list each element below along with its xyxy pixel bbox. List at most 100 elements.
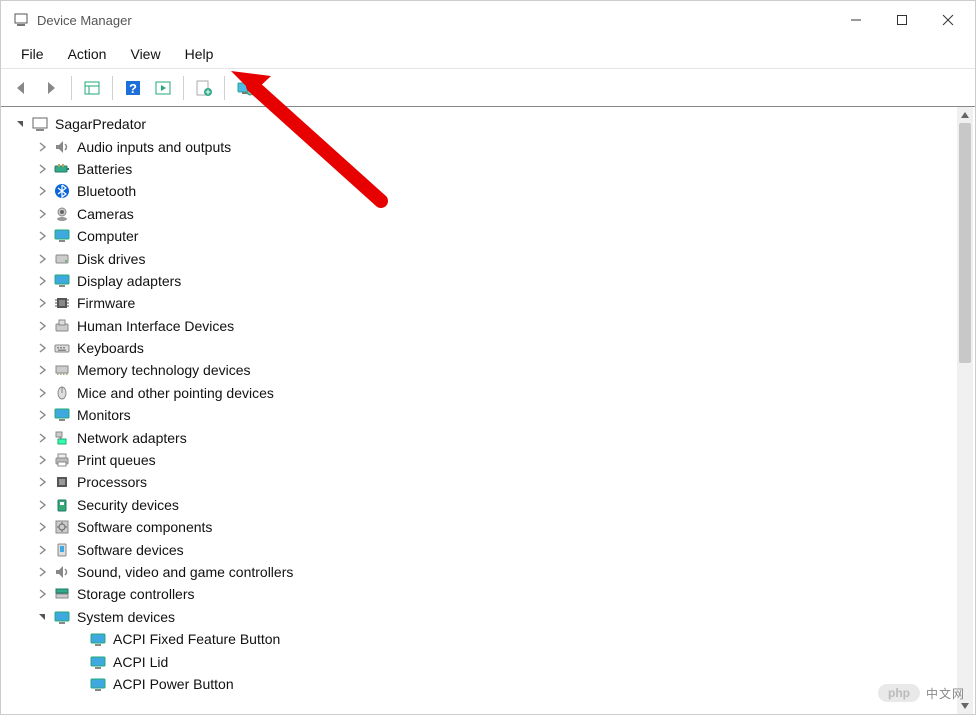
network-icon	[53, 429, 71, 447]
expander-icon[interactable]	[35, 229, 49, 243]
expander-icon[interactable]	[35, 565, 49, 579]
printer-icon	[53, 451, 71, 469]
tree-item-label: Audio inputs and outputs	[77, 139, 231, 155]
expander-icon[interactable]	[35, 498, 49, 512]
scroll-track[interactable]	[957, 123, 973, 698]
expander-icon[interactable]	[35, 274, 49, 288]
expander-icon[interactable]	[35, 319, 49, 333]
tree-item[interactable]: Audio inputs and outputs	[13, 135, 957, 157]
watermark-brand: php	[878, 684, 920, 702]
tree-item[interactable]: Firmware	[13, 292, 957, 314]
tree-item-label: Firmware	[77, 295, 135, 311]
tree-item[interactable]: Print queues	[13, 449, 957, 471]
tree-item[interactable]: Software components	[13, 516, 957, 538]
device-tree[interactable]: SagarPredator Audio inputs and outputs Bat…	[1, 107, 957, 714]
content-area: SagarPredator Audio inputs and outputs Bat…	[1, 107, 975, 714]
expander-icon[interactable]	[35, 162, 49, 176]
expander-icon[interactable]	[35, 207, 49, 221]
expander-icon[interactable]	[35, 341, 49, 355]
expander-icon[interactable]	[35, 184, 49, 198]
svg-text:+: +	[205, 87, 210, 97]
scroll-thumb[interactable]	[959, 123, 971, 363]
tree-item[interactable]: Batteries	[13, 158, 957, 180]
update-driver-button[interactable]: +	[190, 74, 218, 102]
tree-item-label: SagarPredator	[55, 116, 146, 132]
menu-action[interactable]: Action	[56, 42, 119, 66]
tree-item-label: Display adapters	[77, 273, 181, 289]
tree-item[interactable]: ACPI Power Button	[13, 673, 957, 695]
menu-file[interactable]: File	[9, 42, 56, 66]
software-device-icon	[53, 541, 71, 559]
forward-button[interactable]	[37, 74, 65, 102]
tree-item-label: Software components	[77, 519, 212, 535]
mouse-icon	[53, 384, 71, 402]
show-hide-tree-button[interactable]	[78, 74, 106, 102]
expander-icon[interactable]	[35, 610, 49, 624]
titlebar: Device Manager	[1, 1, 975, 39]
expander-icon[interactable]	[35, 453, 49, 467]
tree-item[interactable]: Display adapters	[13, 270, 957, 292]
expander-icon[interactable]	[35, 363, 49, 377]
tree-item[interactable]: Security devices	[13, 494, 957, 516]
expander-icon[interactable]	[35, 475, 49, 489]
tree-item-label: Security devices	[77, 497, 179, 513]
close-button[interactable]	[925, 4, 971, 36]
tree-item[interactable]: Human Interface Devices	[13, 315, 957, 337]
tree-item[interactable]: Sound, video and game controllers	[13, 561, 957, 583]
camera-icon	[53, 205, 71, 223]
help-button[interactable]: ?	[119, 74, 147, 102]
expander-icon[interactable]	[13, 117, 27, 131]
add-hardware-button[interactable]: +	[231, 74, 259, 102]
tree-item[interactable]: Disk drives	[13, 247, 957, 269]
tree-item-label: System devices	[77, 609, 175, 625]
minimize-button[interactable]	[833, 4, 879, 36]
tree-item[interactable]: Cameras	[13, 203, 957, 225]
tree-item[interactable]: Keyboards	[13, 337, 957, 359]
tree-item[interactable]: Storage controllers	[13, 583, 957, 605]
expander-icon[interactable]	[35, 296, 49, 310]
tree-item-label: ACPI Power Button	[113, 676, 234, 692]
tree-item-label: Human Interface Devices	[77, 318, 234, 334]
expander-icon[interactable]	[35, 543, 49, 557]
tree-item[interactable]: Memory technology devices	[13, 359, 957, 381]
scroll-up-arrow[interactable]	[957, 107, 973, 123]
back-button[interactable]	[7, 74, 35, 102]
expander-icon[interactable]	[35, 431, 49, 445]
expander-icon[interactable]	[35, 520, 49, 534]
tree-item[interactable]: Computer	[13, 225, 957, 247]
expander-icon[interactable]	[35, 408, 49, 422]
toolbar-separator	[224, 76, 225, 100]
maximize-button[interactable]	[879, 4, 925, 36]
tree-item[interactable]: Monitors	[13, 404, 957, 426]
tree-item[interactable]: Network adapters	[13, 426, 957, 448]
tree-root[interactable]: SagarPredator	[13, 113, 957, 135]
tree-item-label: Print queues	[77, 452, 156, 468]
battery-icon	[53, 160, 71, 178]
expander-icon[interactable]	[35, 587, 49, 601]
tree-item[interactable]: Processors	[13, 471, 957, 493]
expander-icon[interactable]	[35, 386, 49, 400]
tree-item[interactable]: Software devices	[13, 538, 957, 560]
tree-item[interactable]: System devices	[13, 606, 957, 628]
speaker-icon	[53, 138, 71, 156]
tree-item-label: Processors	[77, 474, 147, 490]
tree-item-label: Batteries	[77, 161, 132, 177]
tree-item[interactable]: ACPI Lid	[13, 650, 957, 672]
system-icon	[89, 653, 107, 671]
expander-icon[interactable]	[35, 140, 49, 154]
speaker-icon	[53, 563, 71, 581]
watermark-text: 中文网	[926, 685, 965, 702]
expander-icon[interactable]	[35, 252, 49, 266]
tree-item[interactable]: ACPI Fixed Feature Button	[13, 628, 957, 650]
tree-item-label: Network adapters	[77, 430, 187, 446]
menu-view[interactable]: View	[118, 42, 172, 66]
security-icon	[53, 496, 71, 514]
menu-help[interactable]: Help	[173, 42, 226, 66]
tree-item[interactable]: Mice and other pointing devices	[13, 382, 957, 404]
vertical-scrollbar[interactable]	[957, 107, 973, 714]
tree-item-label: Computer	[77, 228, 138, 244]
toolbar-separator	[71, 76, 72, 100]
action-button[interactable]	[149, 74, 177, 102]
system-icon	[89, 675, 107, 693]
tree-item[interactable]: Bluetooth	[13, 180, 957, 202]
